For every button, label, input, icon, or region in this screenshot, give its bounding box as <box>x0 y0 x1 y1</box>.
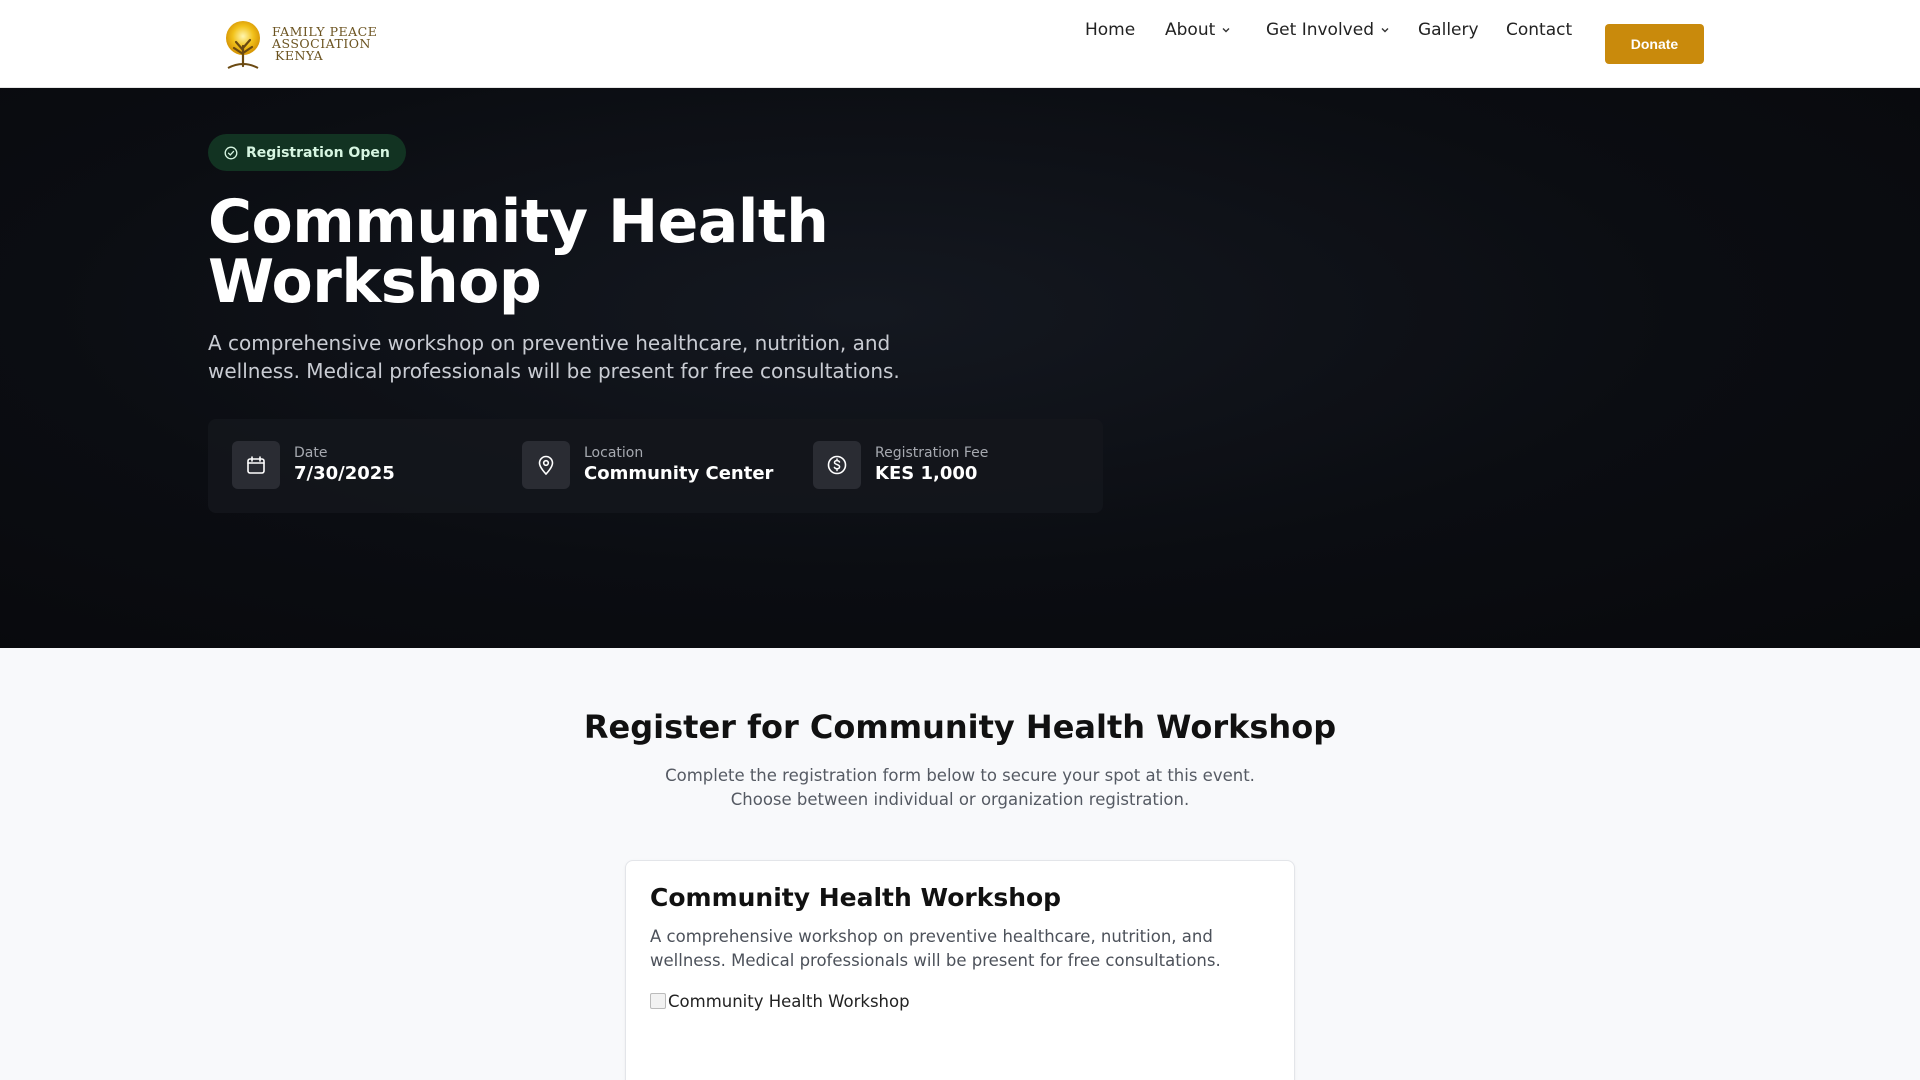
nav-home-label: Home <box>1085 20 1136 40</box>
nav-contact-label: Contact <box>1506 20 1573 40</box>
nav-about[interactable]: About <box>1165 20 1231 40</box>
event-description: A comprehensive workshop on preventive h… <box>208 331 900 383</box>
registration-description: Complete the registration form below to … <box>665 766 1255 809</box>
fee-label: Registration Fee <box>875 445 989 461</box>
nav-gallery-label: Gallery <box>1418 20 1479 40</box>
nav-about-label: About <box>1165 20 1216 40</box>
nav-gallery[interactable]: Gallery <box>1418 20 1479 40</box>
date-value: 7/30/2025 <box>294 463 395 484</box>
date-label: Date <box>294 445 328 461</box>
check-circle-icon <box>224 146 238 159</box>
event-hero: Registration Open Community Health Works… <box>0 88 1920 648</box>
location-label: Location <box>584 445 644 461</box>
donate-button[interactable]: Donate <box>1605 24 1704 64</box>
chevron-down-icon <box>1381 28 1389 33</box>
event-location: Location Community Center <box>522 441 773 489</box>
dollar-circle-icon <box>813 441 861 489</box>
tree-sun-logo-icon <box>222 18 264 70</box>
card-description: A comprehensive workshop on preventive h… <box>650 927 1221 970</box>
map-pin-icon <box>522 441 570 489</box>
logo-text: FAMILY PEACE ASSOCIATION KENYA <box>272 25 377 63</box>
chevron-down-icon <box>1222 28 1230 33</box>
nav-home[interactable]: Home <box>1085 20 1135 40</box>
event-details: Date 7/30/2025 Location Community Center <box>208 419 1103 513</box>
fee-value: KES 1,000 <box>875 463 978 484</box>
event-card: Community Health Workshop A comprehensiv… <box>625 860 1295 1080</box>
nav-contact[interactable]: Contact <box>1506 20 1572 40</box>
nav-get-involved[interactable]: Get Involved <box>1266 20 1390 40</box>
event-title: Community Health Workshop <box>208 187 829 317</box>
event-image: Community Health Workshop <box>650 989 910 1013</box>
registration-heading: Register for Community Health Workshop <box>583 708 1337 746</box>
broken-image-icon <box>650 993 666 1009</box>
event-date: Date 7/30/2025 <box>232 441 395 489</box>
event-fee: Registration Fee KES 1,000 <box>813 441 988 489</box>
location-value: Community Center <box>584 463 774 484</box>
logo-line-3: KENYA <box>275 48 324 63</box>
site-header: FAMILY PEACE ASSOCIATION KENYA Home Abou… <box>0 0 1920 88</box>
badge-label: Registration Open <box>246 144 390 161</box>
event-image-alt: Community Health Workshop <box>668 991 910 1011</box>
nav-get-involved-label: Get Involved <box>1266 20 1374 40</box>
site-logo[interactable]: FAMILY PEACE ASSOCIATION KENYA <box>222 16 392 72</box>
registration-status-badge: Registration Open <box>208 134 406 171</box>
calendar-icon <box>232 441 280 489</box>
card-title: Community Health Workshop <box>650 883 1062 912</box>
